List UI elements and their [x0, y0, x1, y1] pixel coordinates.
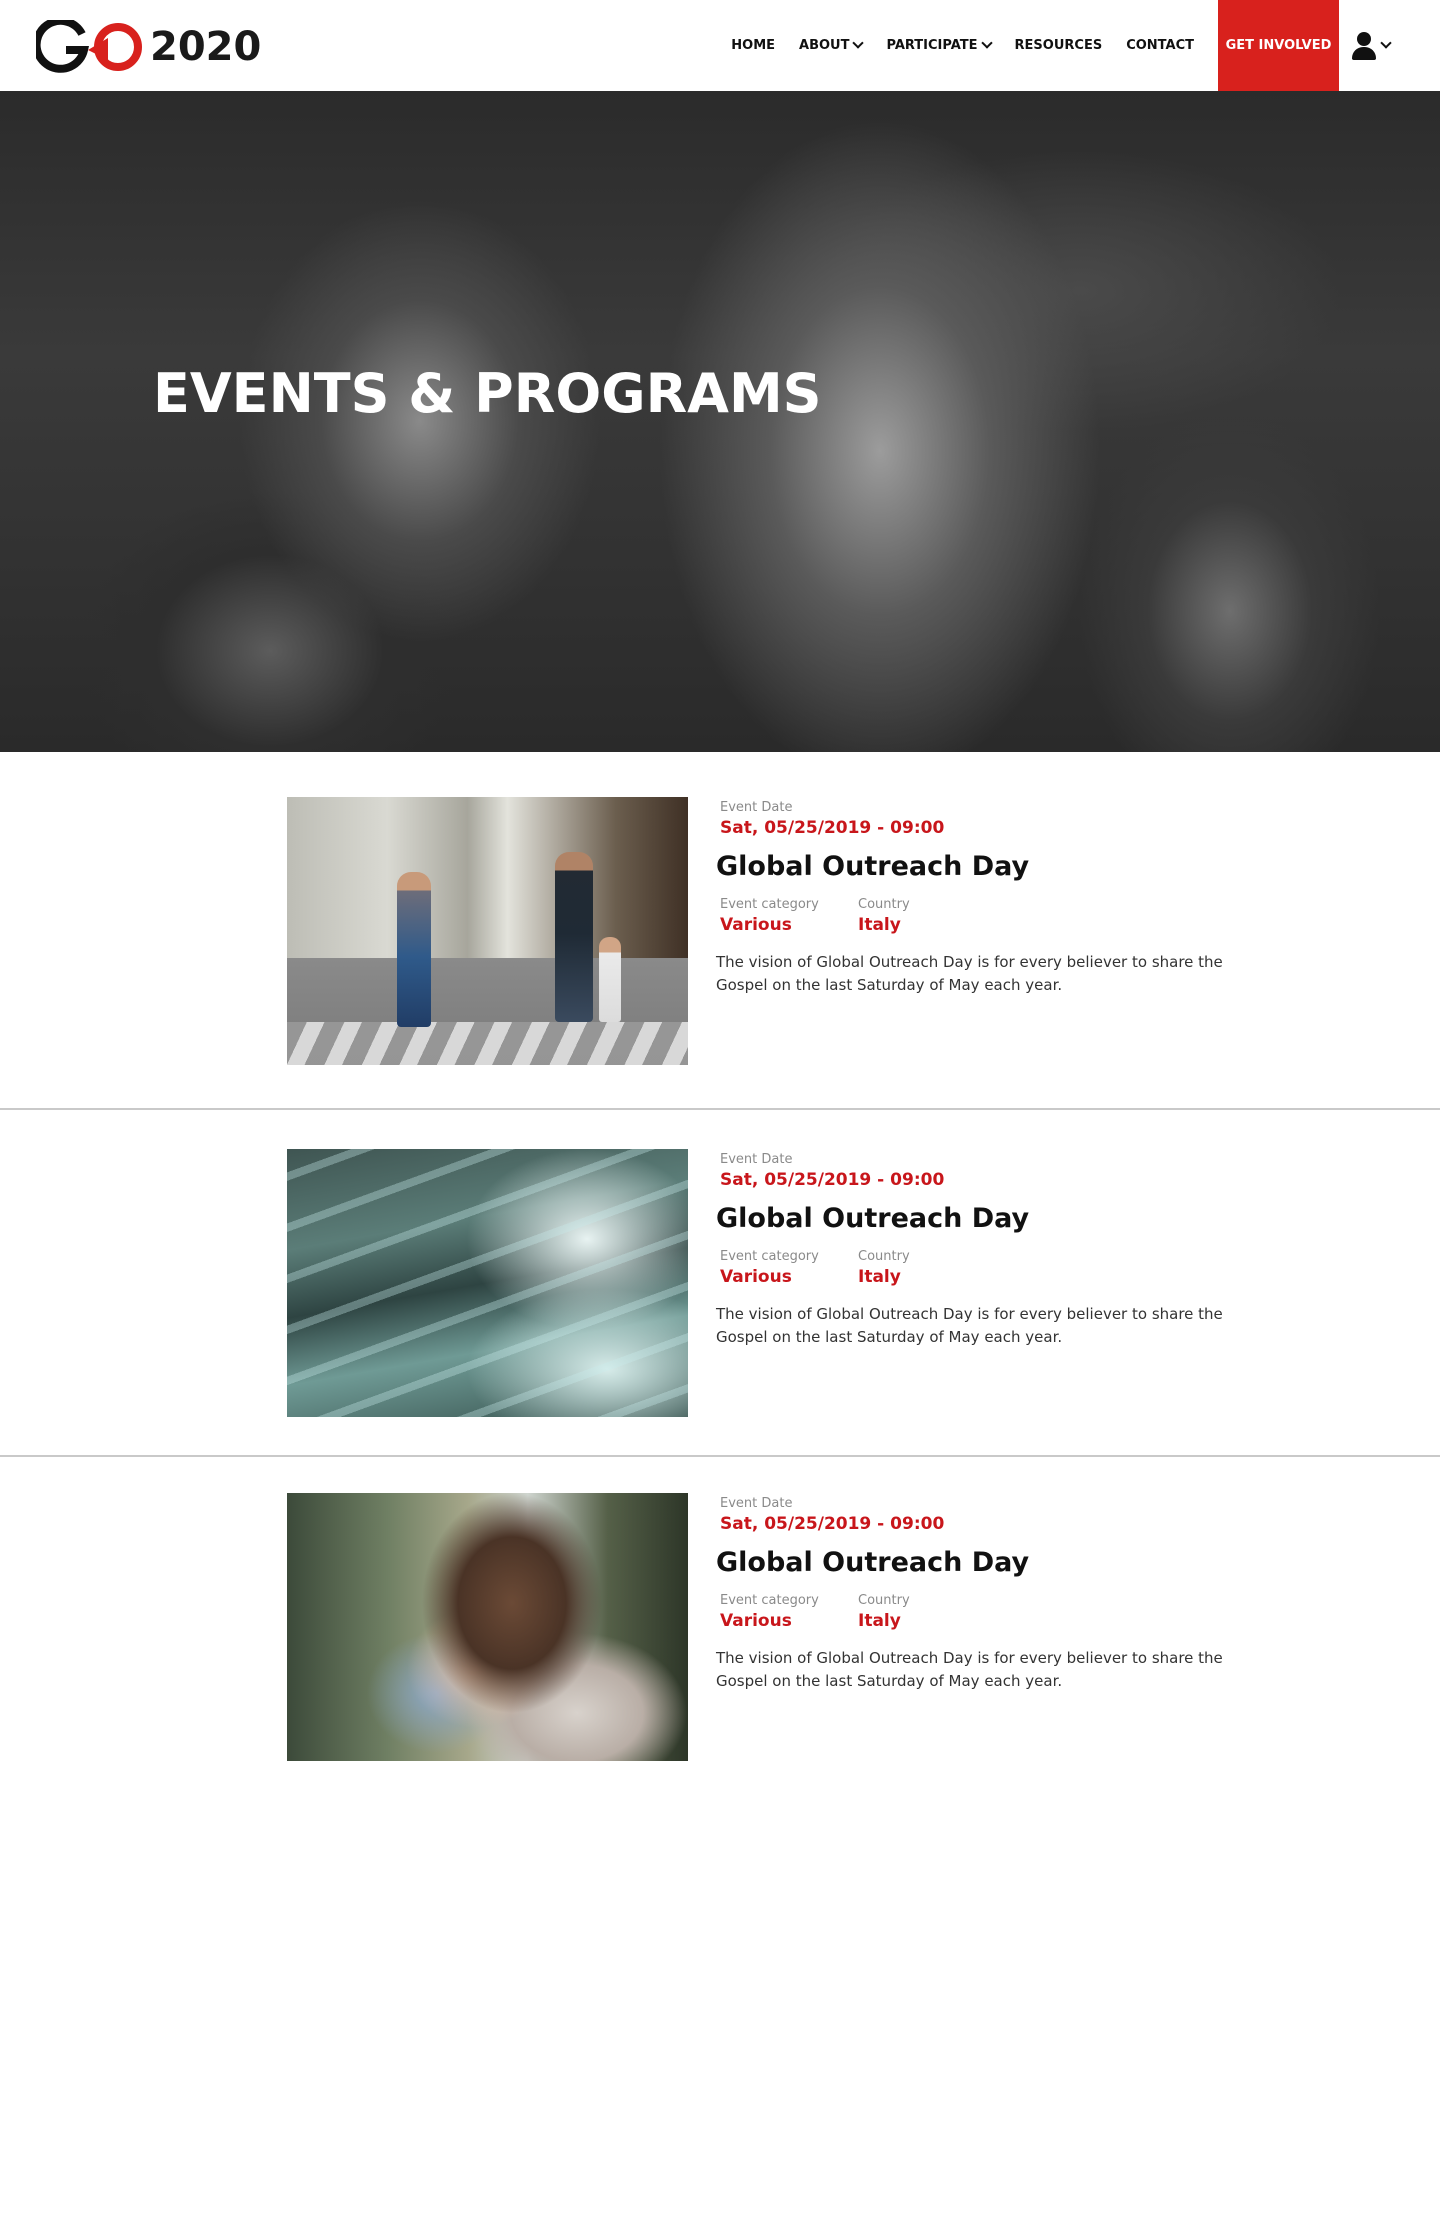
event-date-label: Event Date [720, 1496, 793, 1511]
nav-item-label: PARTICIPATE [886, 38, 978, 53]
event-country: Country Italy [858, 897, 996, 935]
go-logo-icon [36, 20, 142, 73]
divider [0, 1455, 1440, 1457]
event-info: Event Date Sat, 05/25/2019 - 09:00 Globa… [716, 800, 1236, 997]
chevron-down-icon [980, 37, 993, 49]
event-title[interactable]: Global Outreach Day [716, 1547, 1236, 1578]
logo-text: 2020 [150, 24, 262, 70]
event-title[interactable]: Global Outreach Day [716, 851, 1236, 882]
main-nav: HOME ABOUT PARTICIPATE RESOURCES CONTACT… [731, 0, 1440, 91]
event-country-label: Country [858, 1593, 910, 1608]
divider [0, 1108, 1440, 1110]
event-description: The vision of Global Outreach Day is for… [716, 953, 1223, 994]
event-description: The vision of Global Outreach Day is for… [716, 1649, 1223, 1690]
event-info: Event Date Sat, 05/25/2019 - 09:00 Globa… [716, 1496, 1236, 1693]
chevron-down-icon [852, 37, 865, 49]
user-icon [1351, 31, 1377, 60]
event-image[interactable] [287, 797, 688, 1065]
event-date: Sat, 05/25/2019 - 09:00 [720, 1170, 945, 1190]
event-info: Event Date Sat, 05/25/2019 - 09:00 Globa… [716, 1152, 1236, 1349]
event-country-value: Italy [858, 1267, 901, 1287]
event-date-label: Event Date [720, 1152, 793, 1167]
event-date-label: Event Date [720, 800, 793, 815]
user-menu-button[interactable] [1351, 31, 1392, 60]
nav-item-label: CONTACT [1126, 38, 1194, 53]
event-country-label: Country [858, 897, 910, 912]
event-title[interactable]: Global Outreach Day [716, 1203, 1236, 1234]
page-title: EVENTS & PROGRAMS [153, 362, 822, 425]
nav-item-contact[interactable]: CONTACT [1126, 38, 1194, 53]
event-image[interactable] [287, 1493, 688, 1761]
nav-item-label: HOME [731, 38, 776, 53]
get-involved-button[interactable]: GET INVOLVED [1218, 0, 1339, 91]
event-date: Sat, 05/25/2019 - 09:00 [720, 818, 945, 838]
nav-item-about[interactable]: ABOUT [799, 37, 865, 53]
event-category-label: Event category [720, 1249, 819, 1264]
event-category-label: Event category [720, 897, 819, 912]
event-category-label: Event category [720, 1593, 819, 1608]
event-country: Country Italy [858, 1593, 996, 1631]
event-category-value: Various [720, 1267, 792, 1287]
event-country: Country Italy [858, 1249, 996, 1287]
nav-item-home[interactable]: HOME [731, 38, 775, 53]
nav-item-participate[interactable]: PARTICIPATE [886, 37, 993, 53]
event-category: Event category Various [720, 1593, 858, 1631]
site-logo[interactable]: 2020 [36, 20, 261, 74]
nav-item-resources[interactable]: RESOURCES [1015, 38, 1103, 53]
hero-banner: EVENTS & PROGRAMS [0, 91, 1440, 752]
chevron-down-icon [1380, 37, 1392, 49]
get-involved-label: GET INVOLVED [1225, 38, 1332, 53]
event-category-value: Various [720, 1611, 792, 1631]
event-country-label: Country [858, 1249, 910, 1264]
nav-item-label: ABOUT [799, 38, 850, 53]
event-country-value: Italy [858, 1611, 901, 1631]
event-category: Event category Various [720, 897, 858, 935]
event-description: The vision of Global Outreach Day is for… [716, 1305, 1223, 1346]
nav-item-label: RESOURCES [1014, 38, 1103, 53]
event-image[interactable] [287, 1149, 688, 1417]
site-header: 2020 HOME ABOUT PARTICIPATE RESOURCES CO… [0, 0, 1440, 91]
event-category: Event category Various [720, 1249, 858, 1287]
event-meta: Event category Various Country Italy [720, 1593, 1236, 1631]
event-category-value: Various [720, 915, 792, 935]
event-date: Sat, 05/25/2019 - 09:00 [720, 1514, 945, 1534]
event-meta: Event category Various Country Italy [720, 1249, 1236, 1287]
event-meta: Event category Various Country Italy [720, 897, 1236, 935]
event-country-value: Italy [858, 915, 901, 935]
